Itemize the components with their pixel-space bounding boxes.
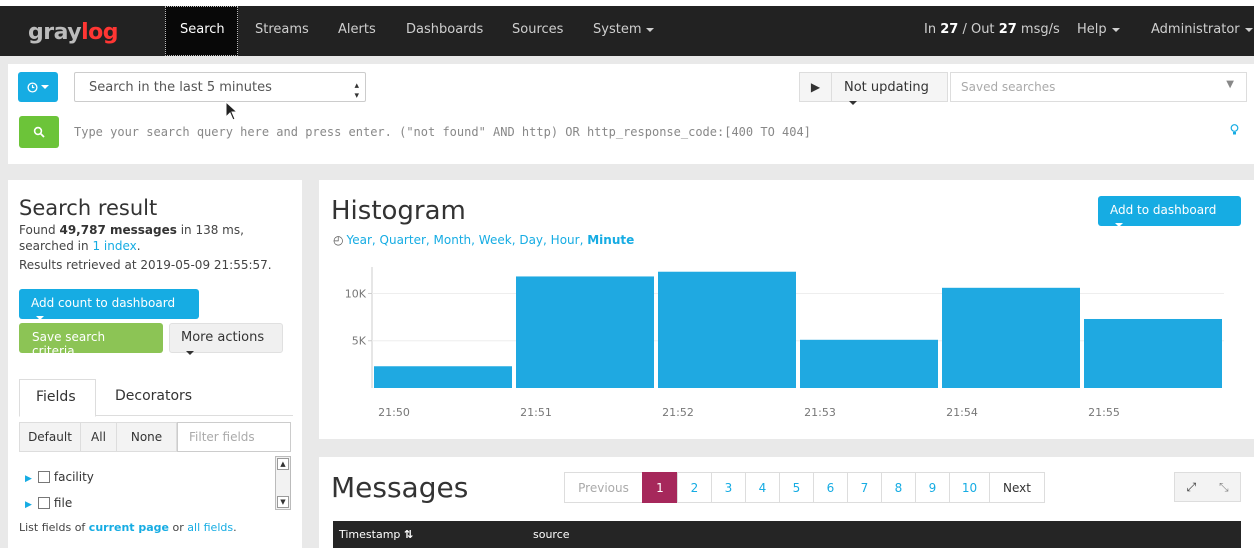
nav-help[interactable]: Help [1077, 22, 1120, 37]
caret-down-icon [1244, 27, 1253, 32]
filter-default-button[interactable]: Default [19, 422, 81, 452]
pagination: Previous 1 2 3 4 5 6 7 8 9 10 Next [564, 472, 1045, 503]
pagination-page-1[interactable]: 1 [642, 472, 678, 503]
search-result-summary: Found 49,787 messages in 138 ms, searche… [19, 223, 244, 253]
caret-down-icon [646, 27, 655, 32]
search-result-title: Search result [19, 196, 158, 220]
current-page-link[interactable]: current page [89, 521, 169, 534]
pagination-page-2[interactable]: 2 [677, 472, 712, 503]
search-query-input[interactable]: Type your search query here and press en… [66, 116, 1234, 148]
pagination-page-7[interactable]: 7 [847, 472, 882, 503]
histogram-bar [800, 339, 938, 388]
tab-decorators[interactable]: Decorators [115, 388, 192, 404]
graylog-logo[interactable]: graylog [28, 20, 119, 45]
expand-buttons: ⤢ ⤡ [1174, 472, 1241, 502]
caret-down-icon [849, 100, 857, 105]
histogram-chart: 5K 10K 21:50 21:51 21:52 21:53 21:54 21:55 [345, 267, 1224, 419]
nav-dashboards[interactable]: Dashboards [406, 22, 483, 37]
nav-alerts[interactable]: Alerts [338, 22, 376, 37]
x-tick-label: 21:53 [804, 406, 836, 419]
search-bar-panel: Search in the last 5 minutes ▴ ▾ ▶ Not up… [8, 64, 1254, 164]
time-range-select[interactable]: Search in the last 5 minutes ▴ ▾ [74, 72, 366, 102]
pagination-page-4[interactable]: 4 [745, 472, 780, 503]
x-tick-label: 21:55 [1088, 406, 1120, 419]
nav-streams[interactable]: Streams [255, 22, 309, 37]
nav-user[interactable]: Administrator [1151, 22, 1253, 37]
list-fields-text: List fields of current page or all field… [19, 521, 237, 534]
nav-system[interactable]: System [593, 22, 655, 37]
field-checkbox[interactable] [37, 471, 50, 483]
caret-down-icon [1111, 27, 1120, 32]
x-tick-label: 21:54 [946, 406, 978, 419]
tab-fields[interactable]: Fields [19, 379, 96, 417]
select-arrows-icon: ▴ ▾ [354, 81, 359, 101]
column-source[interactable]: source [533, 528, 570, 541]
refresh-interval-button[interactable]: Not updating [831, 72, 948, 105]
pagination-page-5[interactable]: 5 [779, 472, 814, 503]
add-count-to-dashboard-button[interactable]: Add count to dashboard [19, 289, 199, 320]
field-checkbox[interactable] [37, 497, 50, 509]
expand-triangle-icon[interactable]: ▶ [25, 500, 32, 510]
clock-icon [27, 81, 38, 93]
chevron-down-icon: ▼ [1226, 79, 1234, 90]
histogram-bar [516, 276, 654, 388]
messages-panel: Messages Previous 1 2 3 4 5 6 7 8 9 10 N… [319, 457, 1254, 548]
histogram-bar [1084, 318, 1222, 388]
field-item[interactable]: ▶ file [25, 496, 72, 510]
refresh-play-button[interactable]: ▶ [799, 72, 831, 102]
index-link[interactable]: 1 index [92, 239, 136, 253]
results-retrieved-text: Results retrieved at 2019-05-09 21:55:57… [19, 258, 272, 272]
messages-title: Messages [331, 471, 469, 504]
pagination-page-3[interactable]: 3 [711, 472, 746, 503]
filter-all-button[interactable]: All [80, 422, 117, 452]
x-tick-label: 21:52 [662, 406, 694, 419]
pagination-previous[interactable]: Previous [564, 472, 643, 503]
mouse-cursor-icon [225, 101, 239, 121]
save-search-criteria-button[interactable]: Save search criteria [19, 323, 163, 358]
more-actions-button[interactable]: More actions [169, 323, 283, 355]
collapse-icon[interactable]: ⤡ [1208, 473, 1241, 501]
caret-down-icon [41, 85, 49, 89]
saved-searches-select[interactable]: Saved searches ▼ [950, 72, 1247, 102]
sort-icon[interactable]: ⇅ [404, 528, 413, 541]
messages-table-header: Timestamp ⇅ source [333, 521, 1241, 548]
expand-icon[interactable]: ⤢ [1175, 473, 1208, 501]
filter-none-button[interactable]: None [116, 422, 177, 452]
nav-search[interactable]: Search [165, 6, 238, 56]
y-tick-label: 10K [345, 287, 367, 300]
throughput: In 27 / Out 27 msg/s [924, 22, 1060, 37]
histogram-bar [374, 366, 512, 388]
caret-down-icon [36, 315, 44, 320]
navbar: graylog Search Streams Alerts Dashboards… [0, 6, 1254, 56]
histogram-bar [658, 271, 796, 388]
x-tick-label: 21:51 [520, 406, 552, 419]
pagination-page-9[interactable]: 9 [915, 472, 950, 503]
scroll-down-icon[interactable]: ▼ [277, 496, 289, 508]
histogram-bar [942, 287, 1080, 388]
scroll-up-icon[interactable]: ▲ [277, 458, 289, 470]
pagination-page-10[interactable]: 10 [949, 472, 990, 503]
field-item[interactable]: ▶ facility [25, 470, 94, 484]
play-icon: ▶ [810, 80, 821, 94]
filter-fields-input[interactable]: Filter fields [177, 422, 291, 452]
search-result-panel: Search result Found 49,787 messages in 1… [8, 180, 302, 548]
lightbulb-icon[interactable] [1230, 124, 1239, 140]
all-fields-link[interactable]: all fields [187, 521, 233, 534]
histogram-panel: Histogram ◴ Year, Quarter, Month, Week, D… [319, 180, 1254, 439]
fields-tabs: Fields Decorators [19, 379, 293, 417]
expand-triangle-icon[interactable]: ▶ [25, 474, 32, 484]
time-range-type-button[interactable] [18, 72, 58, 102]
caret-down-icon [186, 350, 194, 355]
pagination-page-8[interactable]: 8 [881, 472, 916, 503]
pagination-next[interactable]: Next [989, 472, 1045, 503]
search-icon [33, 126, 45, 138]
search-submit-button[interactable] [19, 116, 59, 148]
fields-scrollbar[interactable]: ▲ ▼ [275, 456, 291, 510]
x-tick-label: 21:50 [378, 406, 410, 419]
column-timestamp[interactable]: Timestamp ⇅ [339, 528, 413, 541]
field-filter-row: Default All None Filter fields [19, 422, 291, 452]
y-tick-label: 5K [352, 335, 367, 348]
nav-sources[interactable]: Sources [512, 22, 563, 37]
pagination-page-6[interactable]: 6 [813, 472, 848, 503]
